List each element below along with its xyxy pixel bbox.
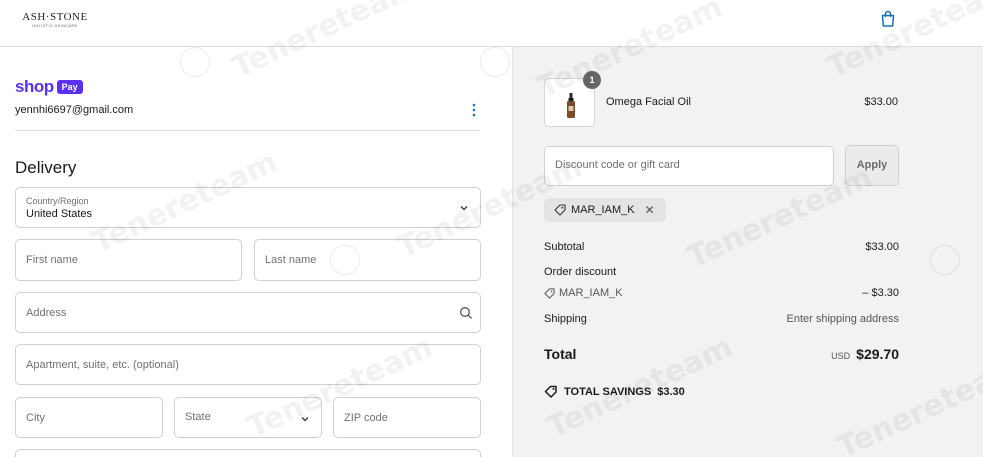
tag-icon [544, 385, 557, 398]
subtotal-row: Subtotal $33.00 [544, 241, 899, 253]
last-name-field[interactable]: Last name [254, 239, 481, 281]
address-placeholder: Address [26, 306, 67, 319]
account-email: yennhi6697@gmail.com [15, 104, 134, 116]
country-label: Country/Region [26, 196, 89, 206]
city-placeholder: City [26, 411, 45, 424]
tag-icon [554, 204, 566, 216]
section-divider [15, 130, 480, 131]
apartment-placeholder: Apartment, suite, etc. (optional) [26, 358, 179, 371]
checkout-form-panel: shop Pay yennhi6697@gmail.com Delivery C… [0, 47, 512, 457]
delivery-heading: Delivery [15, 158, 77, 177]
order-discount-label: Order discount [544, 266, 617, 278]
discount-code-row: MAR_IAM_K – $3.30 [544, 287, 899, 299]
chevron-down-icon [301, 417, 309, 422]
logo-text: ASH·STONE [22, 11, 88, 23]
store-logo[interactable]: ASH·STONE HOLISTIC SKINCARE [21, 11, 89, 28]
first-name-placeholder: First name [26, 254, 78, 266]
last-name-placeholder: Last name [265, 254, 317, 266]
discount-code-text: MAR_IAM_K [559, 287, 623, 299]
subtotal-value: $33.00 [865, 241, 899, 253]
total-savings: TOTAL SAVINGS $3.30 [544, 385, 685, 398]
discount-code-input[interactable]: Discount code or gift card [544, 146, 834, 186]
shop-pay-logo: shop Pay [15, 77, 83, 97]
order-discount-row: Order discount [544, 266, 899, 278]
chevron-down-icon [460, 206, 468, 211]
shipping-value: Enter shipping address [786, 313, 899, 325]
country-select[interactable]: Country/Region United States [15, 187, 481, 228]
next-field-partial[interactable] [15, 449, 481, 457]
subtotal-label: Subtotal [544, 241, 585, 253]
search-icon [460, 307, 472, 319]
apartment-field[interactable]: Apartment, suite, etc. (optional) [15, 344, 481, 385]
product-price: $33.00 [864, 96, 898, 108]
state-placeholder: State [185, 411, 211, 423]
shop-pay-wordmark: shop [15, 77, 54, 96]
logo-subtext: HOLISTIC SKINCARE [32, 24, 78, 28]
order-summary-panel: 1 Omega Facial Oil $33.00 Discount code … [512, 47, 983, 457]
zip-field[interactable]: ZIP code [333, 397, 481, 438]
discount-placeholder: Discount code or gift card [555, 159, 680, 171]
shipping-label: Shipping [544, 313, 587, 325]
savings-value: $3.30 [657, 385, 685, 398]
kebab-menu-icon[interactable] [469, 103, 479, 117]
first-name-field[interactable]: First name [15, 239, 242, 281]
applied-code-text: MAR_IAM_K [571, 204, 635, 216]
header: ASH·STONE HOLISTIC SKINCARE [0, 0, 983, 47]
total-row: Total USD $29.70 [544, 346, 899, 362]
apply-button[interactable]: Apply [845, 145, 899, 186]
country-value: United States [26, 208, 93, 220]
tag-icon [544, 287, 555, 299]
savings-label: TOTAL SAVINGS [564, 385, 652, 398]
state-select[interactable]: State [174, 397, 322, 438]
total-value: $29.70 [856, 346, 899, 362]
applied-discount-chip: MAR_IAM_K ✕ [544, 198, 666, 222]
address-field[interactable]: Address [15, 292, 481, 333]
shop-pay-badge: Pay [56, 80, 83, 94]
product-name: Omega Facial Oil [606, 96, 691, 108]
quantity-badge: 1 [583, 71, 601, 89]
shopping-bag-icon[interactable] [880, 10, 896, 28]
discount-value: – $3.30 [862, 287, 899, 299]
remove-discount-close-icon[interactable]: ✕ [645, 203, 655, 217]
currency-code: USD [831, 351, 851, 361]
product-bottle-image [567, 93, 575, 118]
total-label: Total [544, 346, 577, 362]
city-field[interactable]: City [15, 397, 163, 438]
shipping-row: Shipping Enter shipping address [544, 313, 899, 325]
zip-placeholder: ZIP code [344, 411, 388, 424]
